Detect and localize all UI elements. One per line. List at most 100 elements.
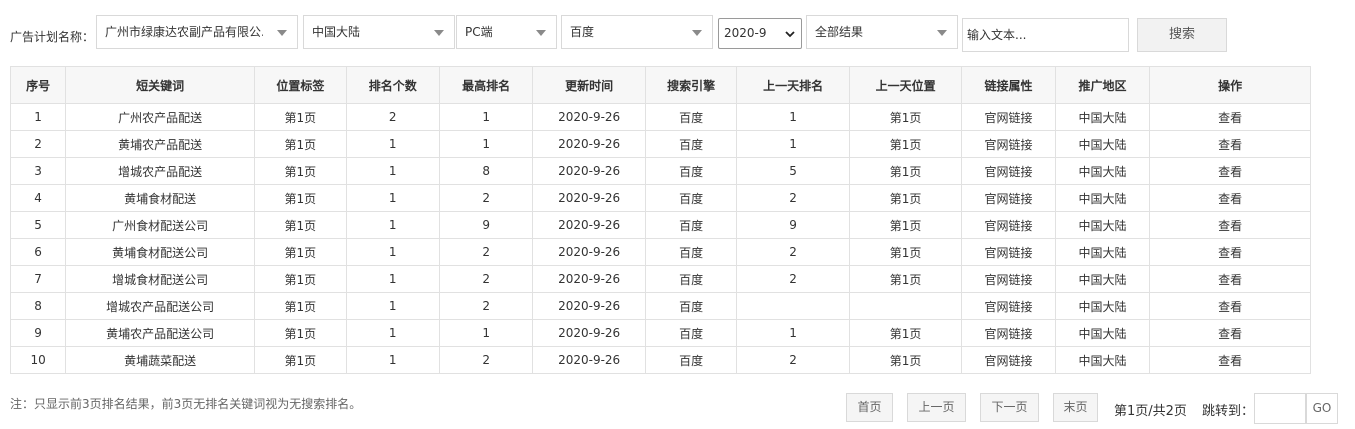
cell-update-time: 2020-9-26 [532,103,646,131]
cell-prev-rank: 1 [736,319,850,347]
cell-position-tag: 第1页 [254,265,347,293]
date-select[interactable]: 2020-9-26 [718,18,802,49]
cell-index: 6 [9,238,67,266]
cell-index: 3 [9,157,67,185]
table-row: 9 黄埔农产品配送公司 第1页 1 1 2020-9-26 百度 1 第1页 官网链接 中国大陆 查看 [9,319,1311,347]
cell-update-time: 2020-9-26 [532,292,646,320]
cell-prev-position [848,292,963,320]
cell-rank-count: 1 [345,157,440,185]
cell-search-engine: 百度 [644,238,738,266]
view-link[interactable]: 查看 [1149,157,1311,185]
view-link[interactable]: 查看 [1149,346,1311,374]
plan-select[interactable]: 广州市绿康达农副产品有限公... [96,15,298,49]
cell-index: 5 [9,211,67,239]
device-select[interactable]: PC端 [456,15,557,49]
engine-select[interactable]: 百度 [561,15,713,49]
cell-update-time: 2020-9-26 [532,130,646,158]
region-select[interactable]: 中国大陆 [303,15,455,49]
cell-best-rank: 1 [438,103,534,131]
header-update-time: 更新时间 [532,66,646,104]
view-link[interactable]: 查看 [1149,130,1311,158]
view-link[interactable]: 查看 [1149,265,1311,293]
cell-keyword: 广州食材配送公司 [65,211,256,239]
header-position-tag: 位置标签 [254,66,347,104]
cell-update-time: 2020-9-26 [532,184,646,212]
view-link[interactable]: 查看 [1149,211,1311,239]
view-link[interactable]: 查看 [1149,319,1311,347]
cell-index: 4 [9,184,67,212]
device-select-value: PC端 [465,25,493,39]
cell-best-rank: 1 [438,319,534,347]
keyword-search-input[interactable]: 输入文本... [962,18,1129,52]
cell-index: 10 [9,346,67,374]
table-row: 1 广州农产品配送 第1页 2 1 2020-9-26 百度 1 第1页 官网链接 中国大陆 查看 [9,103,1311,131]
jump-label: 跳转到： [1202,404,1255,419]
cell-keyword: 增城食材配送公司 [65,265,256,293]
table-row: 4 黄埔食材配送 第1页 1 2 2020-9-26 百度 2 第1页 官网链接 中国大陆 查看 [9,184,1311,212]
cell-best-rank: 1 [438,130,534,158]
cell-best-rank: 2 [438,346,534,374]
cell-region: 中国大陆 [1054,319,1151,347]
cell-best-rank: 2 [438,238,534,266]
cell-rank-count: 1 [345,346,440,374]
cell-keyword: 黄埔食材配送 [65,184,256,212]
view-link[interactable]: 查看 [1149,103,1311,131]
cell-update-time: 2020-9-26 [532,265,646,293]
cell-rank-count: 1 [345,184,440,212]
result-select-value: 全部结果 [815,25,864,39]
cell-rank-count: 2 [345,103,440,131]
cell-prev-position: 第1页 [848,157,963,185]
cell-link-type: 官网链接 [961,211,1056,239]
cell-prev-position: 第1页 [848,211,963,239]
plan-select-value: 广州市绿康达农副产品有限公... [105,25,263,39]
result-select[interactable]: 全部结果 [806,15,958,49]
last-page-button[interactable]: 末页 [1053,393,1098,422]
cell-best-rank: 9 [438,211,534,239]
cell-keyword: 增城农产品配送 [65,157,256,185]
cell-position-tag: 第1页 [254,319,347,347]
cell-position-tag: 第1页 [254,346,347,374]
cell-keyword: 广州农产品配送 [65,103,256,131]
search-button[interactable]: 搜索 [1137,18,1227,52]
next-page-button[interactable]: 下一页 [980,393,1039,422]
cell-search-engine: 百度 [644,346,738,374]
cell-region: 中国大陆 [1054,184,1151,212]
chevron-down-icon [692,30,702,36]
chevron-down-icon [536,30,546,36]
cell-prev-position: 第1页 [848,184,963,212]
cell-best-rank: 2 [438,292,534,320]
chevron-down-icon [434,30,444,36]
prev-page-button[interactable]: 上一页 [907,393,966,422]
region-select-value: 中国大陆 [312,25,361,39]
date-select-value: 2020-9-26 [724,26,767,40]
cell-prev-rank: 2 [736,238,850,266]
cell-prev-position: 第1页 [848,238,963,266]
table-header-row: 序号 短关键词 位置标签 排名个数 最高排名 更新时间 搜索引擎 上一天排名 上… [9,66,1311,104]
cell-rank-count: 1 [345,211,440,239]
filter-bar: 广告计划名称： 广州市绿康达农副产品有限公... 中国大陆 PC端 百度 202… [0,0,1355,66]
cell-region: 中国大陆 [1054,211,1151,239]
cell-search-engine: 百度 [644,265,738,293]
cell-prev-position: 第1页 [848,319,963,347]
chevron-down-icon [277,30,287,36]
header-region: 推广地区 [1054,66,1151,104]
cell-link-type: 官网链接 [961,103,1056,131]
cell-link-type: 官网链接 [961,265,1056,293]
cell-index: 8 [9,292,67,320]
engine-select-value: 百度 [570,25,595,39]
jump-page-input[interactable] [1254,393,1306,424]
header-prev-rank: 上一天排名 [736,66,850,104]
go-button[interactable]: GO [1306,393,1338,424]
header-link-type: 链接属性 [961,66,1056,104]
cell-keyword: 黄埔农产品配送 [65,130,256,158]
first-page-button[interactable]: 首页 [846,393,893,422]
cell-rank-count: 1 [345,319,440,347]
cell-position-tag: 第1页 [254,157,347,185]
chevron-down-icon [785,31,795,38]
view-link[interactable]: 查看 [1149,238,1311,266]
header-search-engine: 搜索引擎 [644,66,738,104]
view-link[interactable]: 查看 [1149,184,1311,212]
view-link[interactable]: 查看 [1149,292,1311,320]
table-row: 2 黄埔农产品配送 第1页 1 1 2020-9-26 百度 1 第1页 官网链接 中国大陆 查看 [9,130,1311,158]
header-action: 操作 [1149,66,1311,104]
